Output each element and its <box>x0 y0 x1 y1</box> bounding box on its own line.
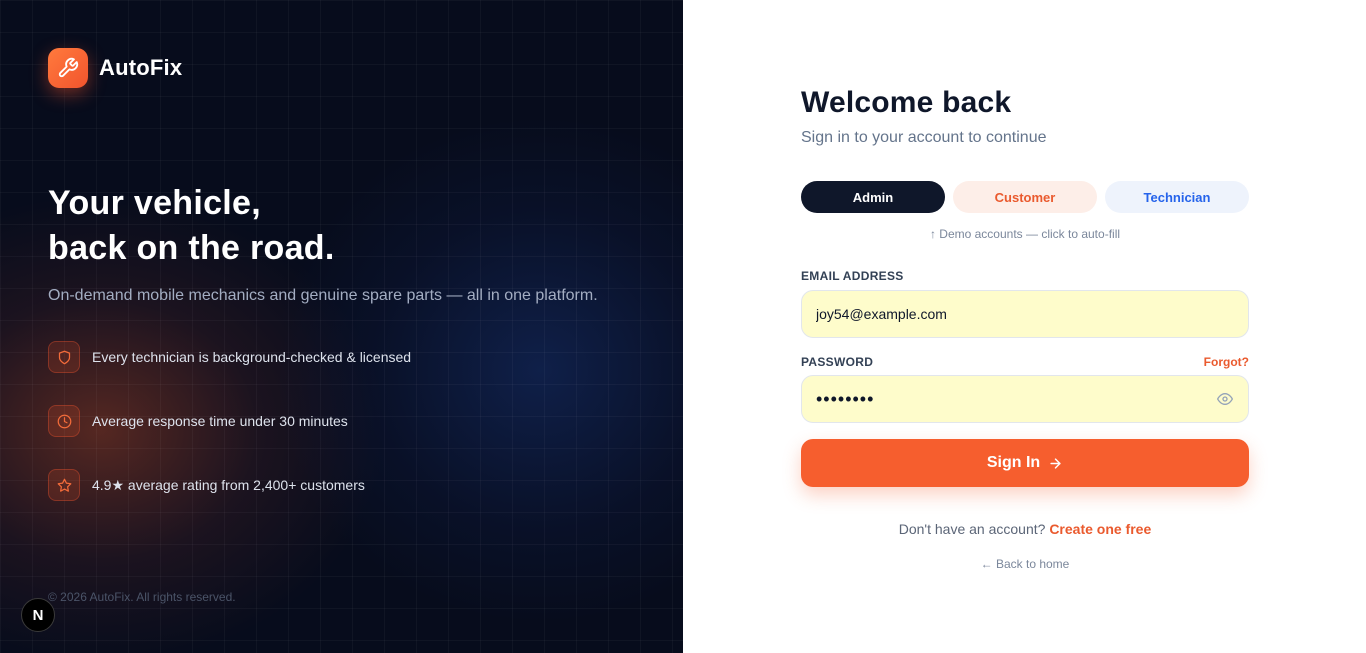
hero-line-2: back on the road. <box>48 229 335 267</box>
hero-tagline: On-demand mobile mechanics and genuine s… <box>48 287 598 304</box>
signup-prompt-row: Don't have an account? Create one free <box>801 521 1249 537</box>
signin-panel: Welcome back Sign in to your account to … <box>683 0 1366 653</box>
email-input[interactable] <box>816 306 1234 322</box>
form-title: Welcome back <box>801 86 1012 119</box>
feature-text: Every technician is background-checked &… <box>92 349 412 365</box>
star-icon <box>48 469 80 501</box>
arrow-right-icon <box>1050 457 1061 469</box>
role-admin-button[interactable]: Admin <box>801 181 945 213</box>
password-input[interactable] <box>816 388 1217 410</box>
password-label: PASSWORD <box>801 355 874 369</box>
back-row: ← Back to home <box>801 557 1249 571</box>
copyright-text: © 2026 AutoFix. All rights reserved. <box>48 590 236 604</box>
sign-in-label: Sign In <box>986 454 1041 471</box>
back-home-link[interactable]: ← Back to home <box>981 557 1070 571</box>
email-input-wrapper <box>801 290 1249 338</box>
email-group: EMAIL ADDRESS <box>801 267 1249 338</box>
demo-hint: ↑ Demo accounts — click to auto-fill <box>929 227 1121 241</box>
hero-line-1: Your vehicle, <box>48 184 262 222</box>
feature-text: 4.9★ average rating from 2,400+ customer… <box>92 476 365 493</box>
create-account-link[interactable]: Create one free <box>1049 521 1151 537</box>
feature-item: Every technician is background-checked &… <box>48 341 411 373</box>
feature-item: 4.9★ average rating from 2,400+ customer… <box>48 469 411 501</box>
grid-pattern <box>0 0 683 653</box>
hero-panel: AutoFix Your vehicle, back on the road. … <box>0 0 683 653</box>
sign-in-button[interactable]: Sign In <box>801 439 1249 487</box>
feature-text: Average response time under 30 minutes <box>92 413 348 429</box>
brand-name: AutoFix <box>99 55 183 80</box>
nextjs-badge[interactable]: N <box>21 598 55 632</box>
hero-heading: Your vehicle, back on the road. <box>48 181 335 271</box>
feature-list: Every technician is background-checked &… <box>48 341 411 533</box>
eye-icon[interactable] <box>1217 390 1234 408</box>
wrench-icon <box>48 48 88 88</box>
signin-form: Welcome back Sign in to your account to … <box>801 85 1249 571</box>
shield-icon <box>48 341 80 373</box>
role-customer-button[interactable]: Customer <box>953 181 1097 213</box>
password-group: PASSWORD Forgot? <box>801 355 1249 423</box>
password-label-row: PASSWORD Forgot? <box>801 355 1249 369</box>
password-input-wrapper <box>801 375 1249 423</box>
clock-icon <box>48 405 80 437</box>
forgot-password-link[interactable]: Forgot? <box>1204 355 1249 369</box>
role-technician-button[interactable]: Technician <box>1105 181 1249 213</box>
demo-role-selector: Admin Customer Technician <box>801 181 1249 213</box>
form-subtitle: Sign in to your account to continue <box>801 129 1047 146</box>
feature-item: Average response time under 30 minutes <box>48 405 411 437</box>
email-label: EMAIL ADDRESS <box>801 269 904 283</box>
login-page: AutoFix Your vehicle, back on the road. … <box>0 0 1366 653</box>
brand-logo[interactable]: AutoFix <box>48 48 182 88</box>
signup-prompt: Don't have an account? <box>898 521 1046 537</box>
